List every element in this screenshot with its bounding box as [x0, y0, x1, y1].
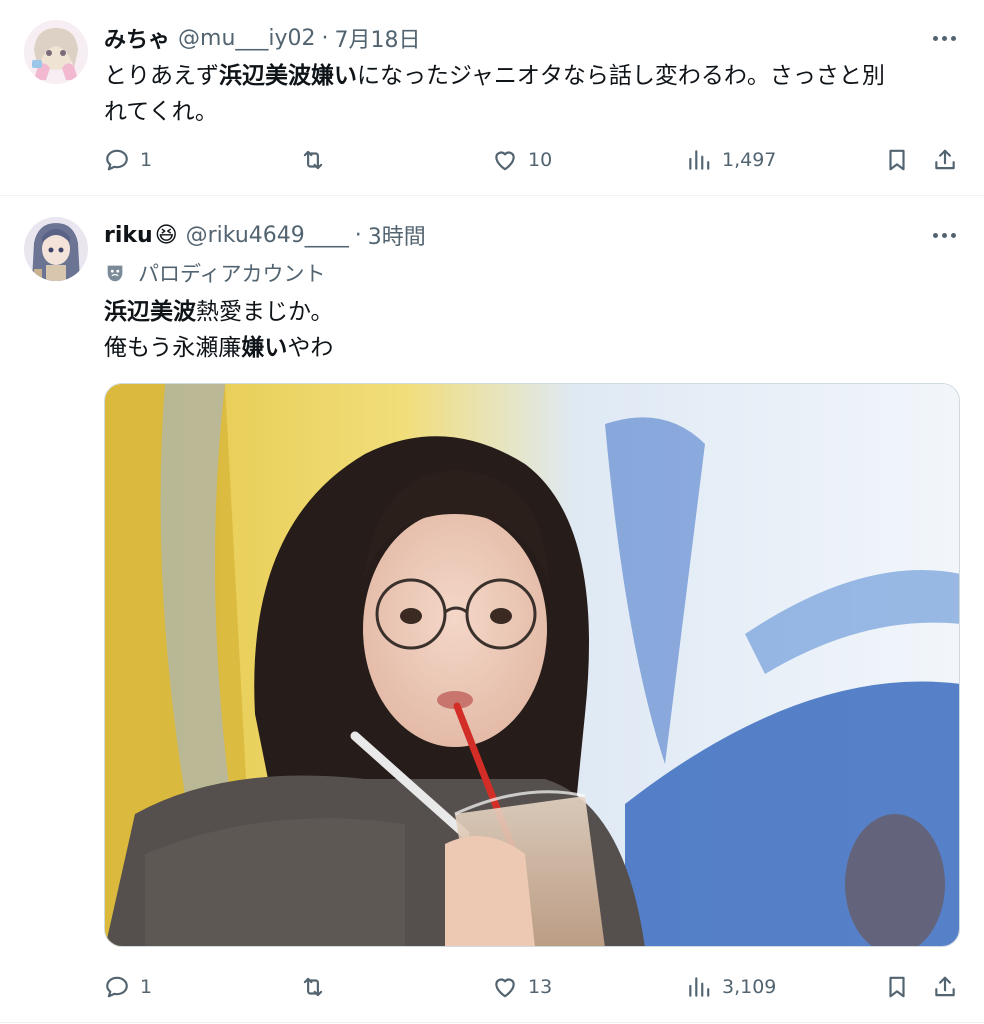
parody-text: パロディアカウント	[138, 262, 326, 286]
tweet-2-actions: 1 13 3,109	[104, 971, 960, 1003]
share-icon	[935, 149, 955, 170]
tweet-divider	[0, 1022, 984, 1023]
heart-icon	[495, 151, 515, 171]
theater-mask-icon	[107, 265, 123, 282]
display-name[interactable]: みちゃ	[104, 22, 170, 54]
bookmark-icon	[889, 976, 905, 998]
retweet-icon	[303, 150, 323, 170]
reply-icon	[106, 976, 128, 998]
heart-icon	[495, 978, 515, 998]
tweet-2-text: 浜辺美波熱愛まじか。 俺もう永瀬廉嫌いやわ	[104, 299, 334, 361]
reply-icon	[106, 149, 128, 171]
views-icon	[689, 977, 710, 997]
bookmark-button[interactable]	[884, 144, 910, 176]
tweet-2-photo[interactable]	[104, 383, 960, 947]
like-count: 10	[528, 149, 553, 171]
tweet-1-actions: 1 10 1,497	[104, 144, 960, 176]
like-button[interactable]: 10	[492, 144, 552, 176]
like-button[interactable]: 13	[492, 971, 552, 1003]
more-icon[interactable]	[928, 26, 960, 50]
retweet-icon	[303, 977, 323, 997]
views-button[interactable]: 3,109	[686, 971, 776, 1003]
user-handle[interactable]: @riku4649____	[186, 223, 349, 248]
more-icon[interactable]	[928, 223, 960, 247]
views-count: 1,497	[722, 149, 777, 171]
tweet-1-header: みちゃ @mu___iy02 · 7月18日	[104, 22, 421, 54]
share-button[interactable]	[932, 144, 958, 176]
views-count: 3,109	[722, 976, 777, 998]
reply-button[interactable]: 1	[104, 144, 152, 176]
views-button[interactable]: 1,497	[686, 144, 776, 176]
parody-label: パロディアカウント	[104, 258, 326, 288]
timestamp[interactable]: 3時間	[368, 219, 426, 251]
timestamp[interactable]: 7月18日	[335, 22, 421, 54]
tweet-1-text: とりあえず浜辺美波嫌いになったジャニオタなら話し変わるわ。さっさと別 れてくれ。	[104, 63, 885, 125]
views-icon	[689, 150, 710, 170]
separator-dot: ·	[354, 222, 362, 248]
like-count: 13	[528, 976, 553, 998]
avatar-riku[interactable]	[24, 217, 88, 281]
reply-count: 1	[140, 149, 153, 171]
reply-count: 1	[140, 976, 153, 998]
name-emoji: 😆	[154, 222, 178, 248]
display-name[interactable]: riku	[104, 223, 153, 248]
share-icon	[935, 976, 955, 997]
separator-dot: ·	[321, 25, 329, 51]
user-handle[interactable]: @mu___iy02	[178, 26, 316, 51]
retweet-button[interactable]	[300, 971, 336, 1003]
bookmark-button[interactable]	[884, 971, 910, 1003]
tweet-2-header: riku 😆 @riku4649____ · 3時間	[104, 219, 426, 251]
tweet-divider	[0, 195, 984, 196]
bookmark-icon	[889, 149, 905, 171]
avatar-michya[interactable]	[24, 20, 88, 84]
reply-button[interactable]: 1	[104, 971, 152, 1003]
share-button[interactable]	[932, 971, 958, 1003]
retweet-button[interactable]	[300, 144, 336, 176]
